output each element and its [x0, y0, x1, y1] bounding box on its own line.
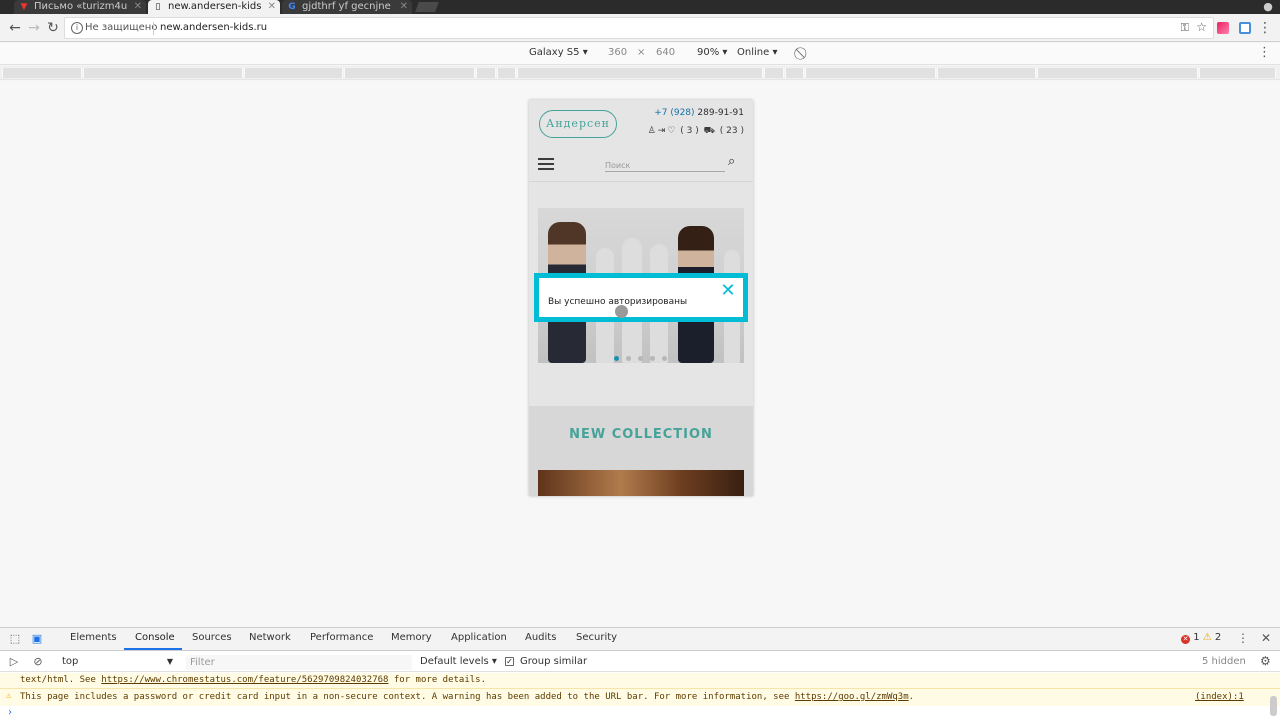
group-similar-checkbox[interactable]: ✓ [505, 657, 514, 666]
tab-sources[interactable]: Sources [192, 632, 232, 643]
console-scrollbar[interactable] [1270, 696, 1277, 716]
device-toolbar: Galaxy S5 ▾ 360 × 640 90% ▾ Online ▾ ⃠ ⋮ [0, 43, 1280, 65]
tab-application[interactable]: Application [451, 632, 507, 643]
forward-arrow-icon[interactable]: → [25, 19, 43, 37]
tab-console[interactable]: Console [135, 632, 175, 643]
media-query-segment[interactable] [497, 68, 516, 78]
tab-memory[interactable]: Memory [391, 632, 432, 643]
media-query-segment[interactable] [2, 68, 82, 78]
browser-toolbar: ← → ↻ i Не защищено new.andersen-kids.ru… [0, 14, 1280, 42]
tab-title: new.andersen-kids [168, 1, 262, 12]
security-status: Не защищено [85, 22, 158, 33]
tab-audits[interactable]: Audits [525, 632, 556, 643]
tab-title: gjdthrf yf gecnjne [302, 1, 391, 12]
chevron-down-icon: ▼ [166, 657, 173, 666]
google-icon: G [288, 2, 296, 12]
media-query-bar [0, 66, 1280, 80]
media-query-segment[interactable] [937, 68, 1036, 78]
console-warning-message: This page includes a password or credit … [20, 692, 915, 702]
tab-network[interactable]: Network [249, 632, 291, 643]
tab-security[interactable]: Security [576, 632, 617, 643]
close-icon[interactable]: ✕ [720, 282, 736, 300]
page-icon: ▯ [155, 2, 161, 12]
console-filter-input[interactable]: Filter [186, 655, 412, 670]
media-query-segment[interactable] [83, 68, 243, 78]
message-link[interactable]: https://www.chromestatus.com/feature/562… [101, 675, 388, 685]
media-query-segment[interactable] [517, 68, 763, 78]
close-icon[interactable]: ✕ [268, 0, 276, 14]
tab-gmail[interactable]: ▼ Письмо «turizm4u ✕ [14, 0, 146, 14]
close-icon[interactable]: ✕ [1261, 631, 1271, 645]
media-query-segment[interactable] [476, 68, 496, 78]
inspect-element-icon[interactable]: ⬚ [8, 632, 22, 646]
group-similar-label: Group similar [520, 656, 588, 667]
tab-elements[interactable]: Elements [70, 632, 117, 643]
tab-performance[interactable]: Performance [310, 632, 373, 643]
message-divider [0, 688, 1280, 689]
gmail-icon: ▼ [20, 2, 28, 12]
rotate-icon[interactable]: ⃠ [796, 46, 810, 60]
info-icon[interactable]: i [71, 22, 83, 34]
profile-icon[interactable]: ● [1262, 1, 1274, 13]
address-bar[interactable]: i Не защищено new.andersen-kids.ru ⚿ ☆ [64, 17, 1214, 39]
warning-count: 2 [1214, 632, 1222, 643]
zoom-select[interactable]: 90% ▾ [697, 47, 727, 58]
reload-icon[interactable]: ↻ [44, 19, 62, 37]
key-icon[interactable]: ⚿ [1181, 21, 1189, 35]
url-text[interactable]: new.andersen-kids.ru [160, 22, 267, 33]
tab-google-search[interactable]: G gjdthrf yf gecnjne ✕ [282, 0, 412, 14]
media-query-segment[interactable] [764, 68, 784, 78]
star-icon[interactable]: ☆ [1196, 20, 1207, 34]
sidebar-toggle-icon[interactable]: ▷ [7, 655, 21, 669]
devtools-menu-icon[interactable]: ⋮ [1237, 631, 1249, 645]
tab-title: Письмо «turizm4u [34, 1, 128, 12]
warning-icon: ⚠ [6, 691, 12, 701]
device-width[interactable]: 360 [608, 47, 627, 58]
device-select[interactable]: Galaxy S5 ▾ [529, 47, 588, 58]
dimension-separator: × [637, 47, 646, 58]
new-tab-button[interactable] [415, 2, 439, 12]
touch-cursor [615, 305, 628, 318]
context-select[interactable]: top ▼ [58, 655, 176, 669]
extension-icon-2[interactable] [1239, 22, 1251, 34]
media-query-segment[interactable] [244, 68, 343, 78]
device-toggle-icon[interactable]: ▣ [30, 632, 44, 646]
issue-counts[interactable]: ✕ 1 ⚠ 2 [1181, 632, 1221, 644]
extension-icon[interactable] [1217, 22, 1229, 34]
media-query-segment[interactable] [785, 68, 804, 78]
close-icon[interactable]: ✕ [400, 0, 408, 14]
browser-menu-icon[interactable]: ⋮ [1258, 19, 1272, 37]
browser-tab-strip: ▼ Письмо «turizm4u ✕ ▯ new.andersen-kids… [0, 0, 1280, 14]
console-output: text/html. See https://www.chromestatus.… [0, 673, 1280, 720]
prompt-caret-icon: › [7, 707, 14, 718]
devtools-tabbar: ⬚ ▣ Elements Console Sources Network Per… [0, 628, 1280, 651]
console-prompt[interactable]: › [0, 706, 1280, 720]
source-link[interactable]: (index):1 [1195, 692, 1244, 702]
media-query-segment[interactable] [1199, 68, 1276, 78]
close-icon[interactable]: ✕ [134, 0, 142, 14]
back-arrow-icon[interactable]: ← [6, 19, 24, 37]
warning-icon: ⚠ [1202, 632, 1212, 643]
address-divider [153, 22, 154, 35]
device-menu-icon[interactable]: ⋮ [1258, 45, 1271, 60]
auth-success-modal: Вы успешно авторизированы ✕ [534, 273, 748, 322]
message-link[interactable]: https://goo.gl/zmWq3m [795, 692, 909, 702]
levels-select[interactable]: Default levels ▾ [420, 656, 497, 667]
tab-andersen[interactable]: ▯ new.andersen-kids ✕ [148, 0, 280, 14]
console-toolbar: ▷ ⊘ top ▼ Filter Default levels ▾ ✓ Grou… [0, 652, 1280, 672]
console-message: text/html. See https://www.chromestatus.… [20, 675, 487, 685]
devtools-panel: ⬚ ▣ Elements Console Sources Network Per… [0, 627, 1280, 720]
error-icon: ✕ [1181, 635, 1190, 644]
gear-icon[interactable]: ⚙ [1260, 654, 1271, 668]
clear-console-icon[interactable]: ⊘ [31, 655, 45, 669]
media-query-segment[interactable] [805, 68, 936, 78]
media-query-segment[interactable] [1037, 68, 1198, 78]
hidden-count: 5 hidden [1202, 656, 1246, 667]
active-tab-indicator [124, 648, 182, 650]
network-select[interactable]: Online ▾ [737, 47, 777, 58]
error-count: 1 [1193, 632, 1200, 643]
device-height[interactable]: 640 [656, 47, 675, 58]
media-query-segment[interactable] [344, 68, 475, 78]
